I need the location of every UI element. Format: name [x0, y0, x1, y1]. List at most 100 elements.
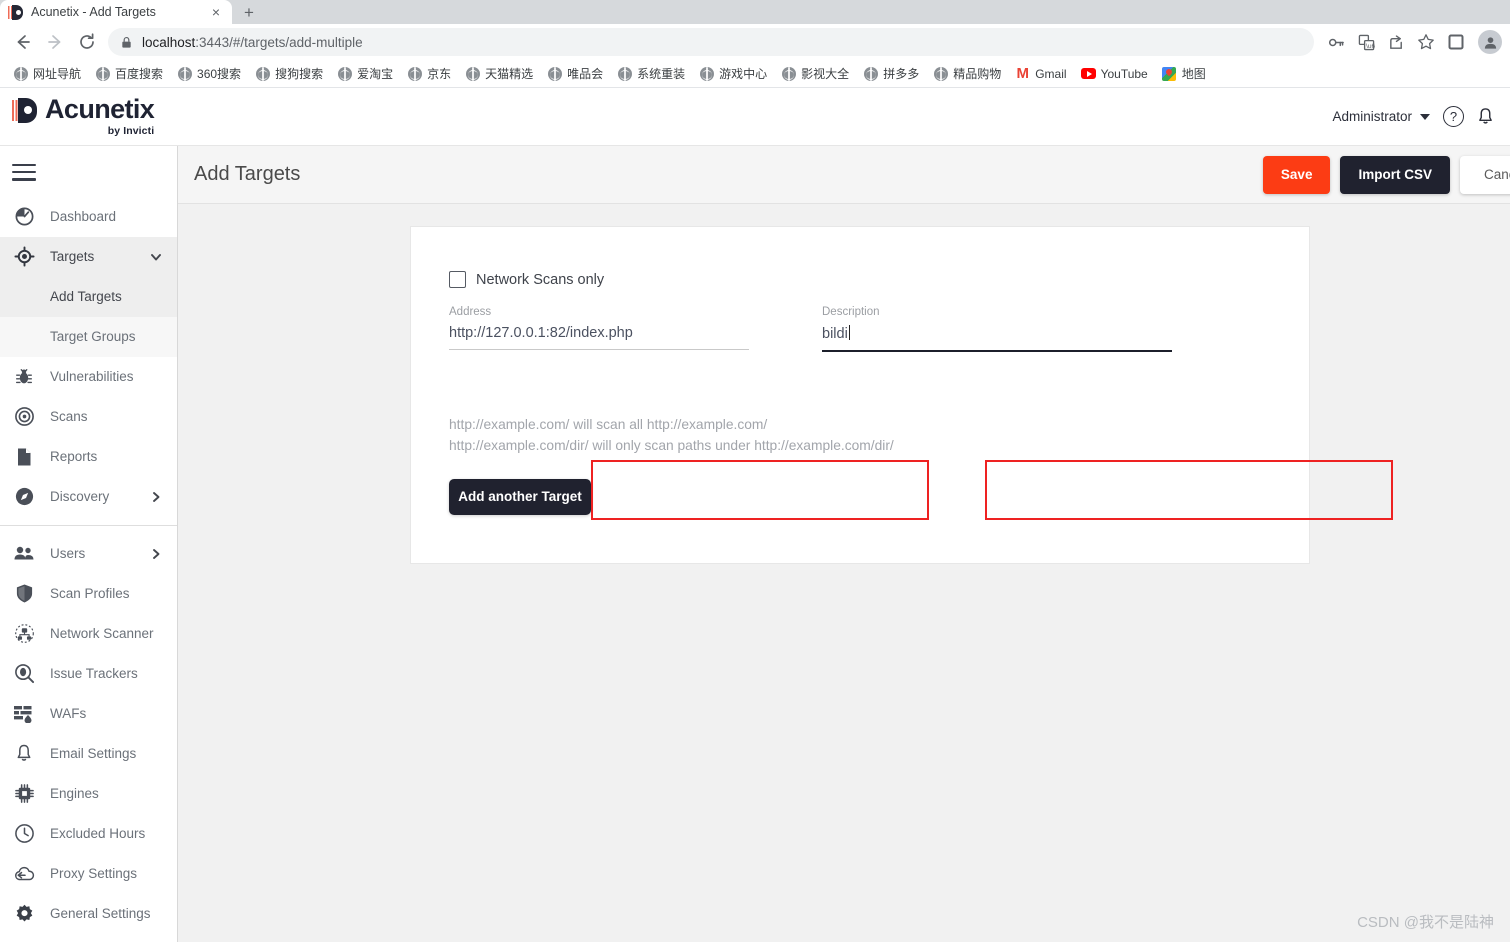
globe-icon — [699, 66, 714, 81]
bookmark-label: 天猫精选 — [485, 67, 534, 81]
bookmark-item[interactable]: 精品购物 — [926, 62, 1008, 86]
browser-toolbar: localhost:3443/#/targets/add-multiple \u… — [0, 24, 1510, 60]
bookmark-item[interactable]: 拼多多 — [856, 62, 926, 86]
address-bar[interactable]: localhost:3443/#/targets/add-multiple — [108, 28, 1314, 56]
bookmark-item[interactable]: 搜狗搜索 — [248, 62, 330, 86]
sidebar-item-scan-profiles[interactable]: Scan Profiles — [0, 574, 177, 614]
tab-title: Acunetix - Add Targets — [31, 5, 156, 19]
bookmark-item-maps[interactable]: 地图 — [1155, 62, 1213, 86]
chevron-right-icon — [149, 547, 163, 561]
address-field-group[interactable]: Address http://127.0.0.1:82/index.php — [449, 306, 749, 352]
sidebar-item-targets[interactable]: Targets — [0, 236, 177, 277]
bookmark-item-gmail[interactable]: M Gmail — [1008, 62, 1073, 86]
sidebar-panel-icon[interactable] — [1442, 28, 1470, 56]
chevron-right-icon — [149, 490, 163, 504]
bookmark-item[interactable]: 影视大全 — [774, 62, 856, 86]
help-icon[interactable]: ? — [1443, 106, 1464, 127]
google-maps-icon — [1162, 66, 1177, 81]
bookmark-item[interactable]: 网址导航 — [6, 62, 88, 86]
sidebar-item-target-groups[interactable]: Target Groups — [0, 316, 177, 357]
translate-icon[interactable]: \u6587 — [1352, 28, 1380, 56]
shield-icon — [12, 582, 36, 606]
globe-icon — [465, 66, 480, 81]
star-icon[interactable] — [1412, 28, 1440, 56]
url-path: :3443/#/targets/add-multiple — [195, 34, 363, 50]
sidebar-item-vulnerabilities[interactable]: Vulnerabilities — [0, 357, 177, 397]
sidebar-item-reports[interactable]: Reports — [0, 437, 177, 477]
add-another-target-button[interactable]: Add another Target — [449, 478, 591, 515]
sidebar-item-issue-trackers[interactable]: Issue Trackers — [0, 654, 177, 694]
sidebar-item-label: Discovery — [50, 489, 110, 505]
bookmark-item[interactable]: 百度搜索 — [88, 62, 170, 86]
network-scans-only-checkbox[interactable] — [449, 271, 466, 288]
sidebar-item-add-targets[interactable]: Add Targets — [0, 276, 177, 317]
lock-icon — [120, 36, 133, 49]
sidebar-item-general-settings[interactable]: General Settings — [0, 894, 177, 934]
gmail-icon: M — [1016, 65, 1029, 82]
new-tab-button[interactable]: + — [232, 0, 266, 24]
sidebar-item-label: Users — [50, 546, 86, 562]
dashboard-gauge-icon — [12, 205, 36, 229]
close-icon[interactable]: × — [208, 4, 224, 20]
admin-user-menu[interactable]: Administrator — [1332, 109, 1430, 124]
app-header: Acunetix by Invicti Administrator ? — [0, 88, 1510, 146]
sidebar-item-label: Add Targets — [50, 289, 122, 305]
chevron-down-icon — [1420, 113, 1430, 120]
reload-icon[interactable] — [72, 27, 102, 57]
sidebar-item-scans[interactable]: Scans — [0, 397, 177, 437]
sidebar-item-engines[interactable]: Engines — [0, 774, 177, 814]
bookmark-item[interactable]: 系统重装 — [610, 62, 692, 86]
back-arrow-icon[interactable] — [8, 27, 38, 57]
page-title: Add Targets — [194, 163, 301, 185]
network-scans-only-row[interactable]: Network Scans only — [411, 227, 1309, 288]
bookmark-item[interactable]: 游戏中心 — [692, 62, 774, 86]
cancel-button[interactable]: Cancel — [1459, 155, 1510, 194]
bookmark-item[interactable]: 360搜索 — [170, 62, 248, 86]
profile-avatar-icon[interactable] — [1478, 30, 1502, 54]
sidebar-item-email-settings[interactable]: Email Settings — [0, 734, 177, 774]
cloud-proxy-icon — [12, 862, 36, 886]
description-input[interactable]: bildi — [822, 325, 1172, 350]
sidebar-item-proxy-settings[interactable]: Proxy Settings — [0, 854, 177, 894]
bookmark-label: YouTube — [1100, 66, 1148, 81]
bookmark-label: 搜狗搜索 — [275, 67, 324, 81]
bookmark-item[interactable]: 唯品会 — [540, 62, 610, 86]
key-icon[interactable] — [1322, 28, 1350, 56]
admin-user-label: Administrator — [1332, 109, 1412, 124]
forward-arrow-icon[interactable] — [40, 27, 70, 57]
bookmark-label: 游戏中心 — [719, 67, 768, 81]
address-underline — [449, 349, 749, 350]
bookmark-item-youtube[interactable]: YouTube — [1074, 62, 1155, 86]
gear-icon — [12, 902, 36, 926]
bookmark-label: 精品购物 — [953, 67, 1002, 81]
description-label: Description — [822, 306, 880, 318]
bell-icon[interactable] — [1477, 107, 1494, 126]
sidebar-item-label: General Settings — [50, 906, 151, 922]
save-button[interactable]: Save — [1262, 155, 1331, 194]
youtube-icon — [1080, 66, 1096, 81]
address-input[interactable]: http://127.0.0.1:82/index.php — [449, 325, 749, 349]
sidebar-item-discovery[interactable]: Discovery — [0, 477, 177, 517]
bookmark-item[interactable]: 京东 — [400, 62, 458, 86]
hint-line-1: http://example.com/ will scan all http:/… — [449, 417, 768, 432]
globe-icon — [781, 66, 796, 81]
browser-tab-acunetix[interactable]: Acunetix - Add Targets × — [0, 0, 232, 24]
hamburger-menu-icon[interactable] — [0, 146, 177, 197]
bookmark-item[interactable]: 爱淘宝 — [330, 62, 400, 86]
globe-icon — [255, 66, 270, 81]
sidebar-item-wafs[interactable]: WAFs — [0, 694, 177, 734]
sidebar-item-label: Targets — [50, 249, 95, 265]
import-csv-button[interactable]: Import CSV — [1340, 155, 1450, 194]
sidebar-item-users[interactable]: Users — [0, 534, 177, 574]
sidebar-item-excluded-hours[interactable]: Excluded Hours — [0, 814, 177, 854]
description-underline — [822, 350, 1172, 352]
sidebar-nav: Dashboard Targets Add Targets Target Gro… — [0, 146, 178, 942]
sidebar-item-network-scanner[interactable]: Network Scanner — [0, 614, 177, 654]
add-target-form-card: Network Scans only Address http://127.0.… — [410, 226, 1310, 564]
sidebar-item-label: Vulnerabilities — [50, 369, 134, 385]
bookmark-item[interactable]: 天猫精选 — [458, 62, 540, 86]
acunetix-logo[interactable]: Acunetix by Invicti — [8, 96, 155, 137]
sidebar-item-dashboard[interactable]: Dashboard — [0, 197, 177, 237]
share-icon[interactable] — [1382, 28, 1410, 56]
description-field-group[interactable]: Description bildi — [822, 306, 1172, 352]
